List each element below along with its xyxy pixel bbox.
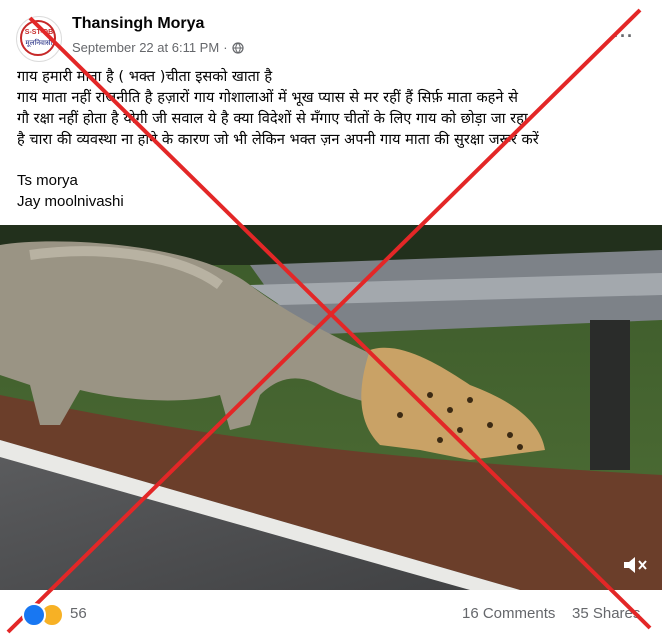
shares-link[interactable]: 35 Shares [572, 605, 640, 622]
signature-line: Ts morya [17, 172, 78, 189]
author-name[interactable]: Thansingh Morya [72, 15, 204, 33]
comments-link[interactable]: 16 Comments [462, 605, 555, 622]
post-timestamp[interactable]: September 22 at 6:11 PM [72, 40, 219, 55]
facebook-post: S-ST-OB मूलनिवासी Thansingh Morya Septem… [0, 0, 662, 636]
more-options-button[interactable]: ··· [613, 26, 634, 47]
reactions[interactable] [22, 603, 64, 627]
post-text-line: गाय हमारी माता है ( भक्त )चीता इसको खाता… [17, 68, 273, 85]
video-player[interactable] [0, 225, 662, 590]
avatar-text-bottom: मूलनिवासी [25, 40, 53, 47]
avatar-ring [20, 20, 56, 56]
meta-separator: · [223, 40, 228, 55]
speaker-muted-icon[interactable] [622, 554, 648, 576]
post-text-line: गौ रक्षा नहीं होता है योगी जी सवाल ये है… [17, 110, 528, 127]
post-signature: Ts morya Jay moolnivashi [17, 170, 124, 212]
post-text-line: गाय माता नहीं राजनीति है हज़ारों गाय गोश… [17, 89, 519, 106]
signature-line: Jay moolnivashi [17, 193, 124, 210]
like-icon [22, 603, 46, 627]
reaction-count[interactable]: 56 [70, 605, 87, 622]
post-text-line: है चारा की व्यवस्था ना होने के कारण जो भ… [17, 131, 539, 148]
globe-icon[interactable] [231, 41, 244, 54]
post-meta: September 22 at 6:11 PM · [72, 40, 244, 55]
avatar-text-top: S-ST-OB [24, 29, 54, 36]
avatar[interactable]: S-ST-OB मूलनिवासी [16, 16, 62, 62]
video-frame [0, 225, 662, 590]
post-text: गाय हमारी माता है ( भक्त )चीता इसको खाता… [17, 66, 657, 150]
